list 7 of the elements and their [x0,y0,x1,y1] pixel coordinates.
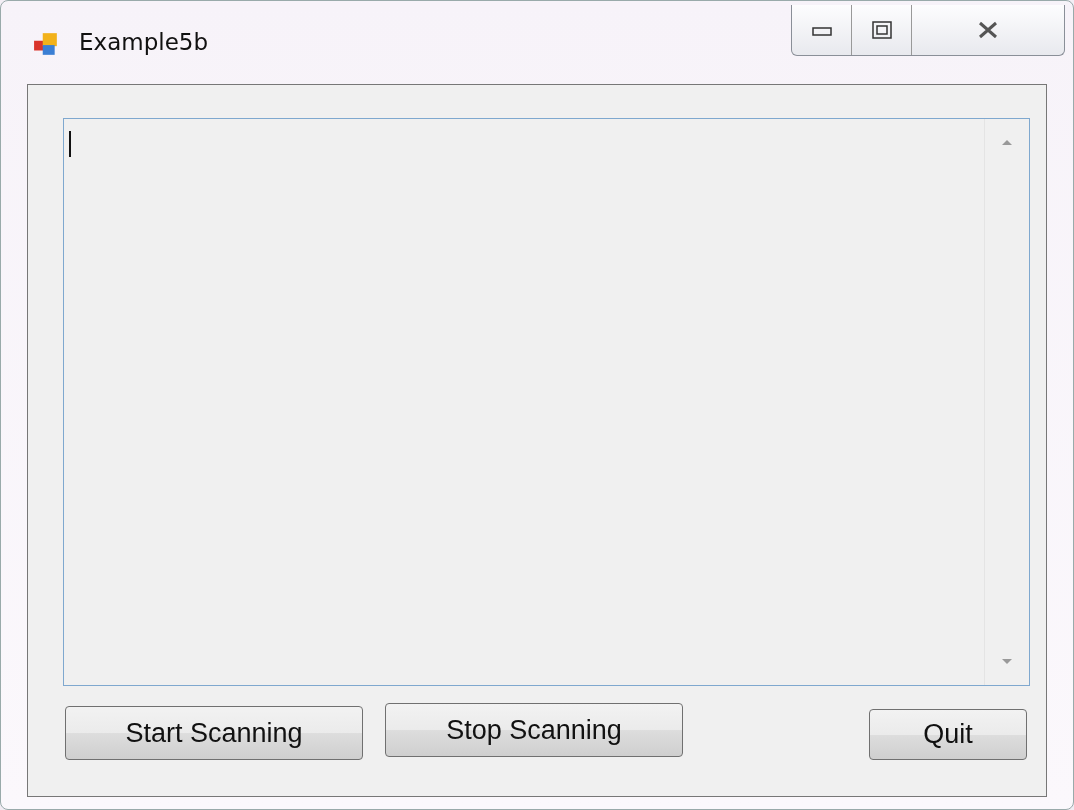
window-title: Example5b [79,29,208,55]
stop-scanning-button[interactable]: Stop Scanning [385,703,683,757]
restore-icon [870,20,893,40]
close-icon [977,20,999,40]
quit-button[interactable]: Quit [869,709,1027,760]
app-icon [33,31,59,57]
start-scanning-button[interactable]: Start Scanning [65,706,363,760]
